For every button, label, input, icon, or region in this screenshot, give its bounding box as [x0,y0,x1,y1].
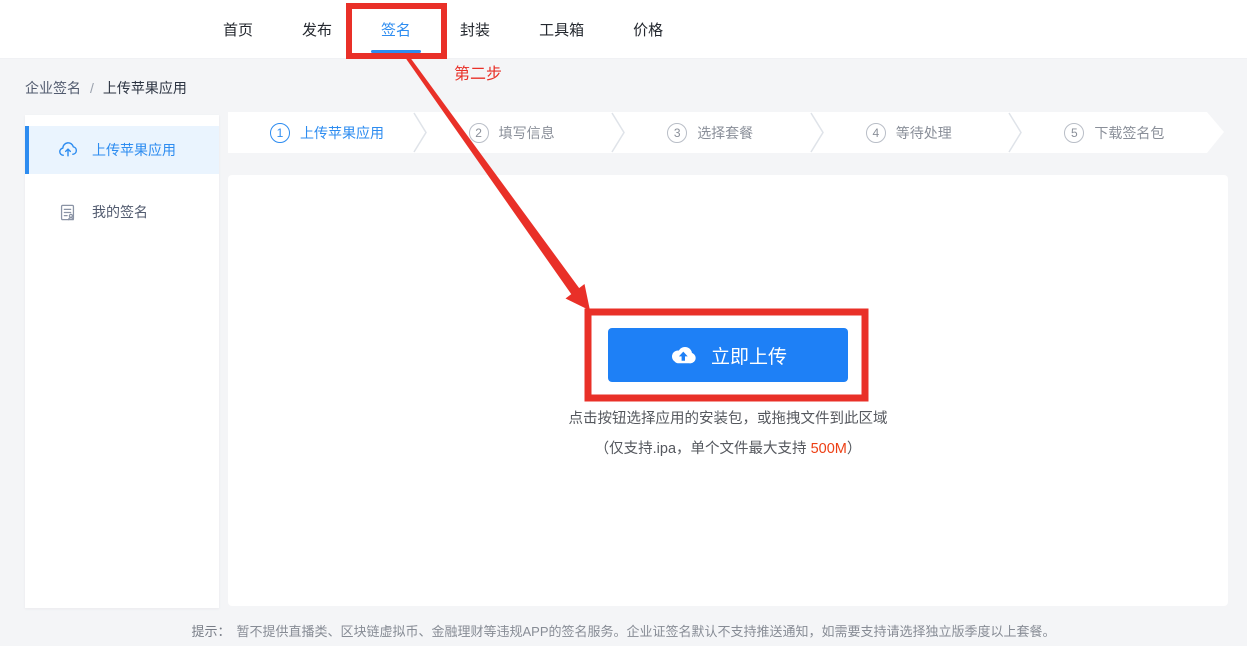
signature-file-icon [58,202,78,222]
tip-text: 暂不提供直播类、区块链虚拟币、金融理财等违规APP的签名服务。企业证签名默认不支… [236,624,1056,639]
upload-button-label: 立即上传 [710,346,787,368]
upload-now-button[interactable]: 立即上传 [608,328,848,382]
nav-item-package[interactable]: 封装 [460,19,490,40]
sidebar-item-label: 上传苹果应用 [92,142,176,158]
chevron-separator-icon [810,112,824,153]
nav-item-toolbox[interactable]: 工具箱 [539,19,584,40]
sidebar-item-label: 我的签名 [92,204,148,220]
tip-label: 提示： [191,624,231,639]
step-1-upload-app: 1 上传苹果应用 [228,112,413,153]
chevron-separator-icon [412,112,427,153]
step-3-choose-plan: 3 选择套餐 [625,112,810,153]
nav-item-home[interactable]: 首页 [223,19,253,40]
nav-item-publish[interactable]: 发布 [302,19,332,40]
breadcrumb-separator: / [90,80,94,96]
upload-dropzone[interactable]: 立即上传 点击按钮选择应用的安装包，或拖拽文件到此区域 （仅支持.ipa，单个文… [228,175,1228,606]
cloud-upload-icon [58,140,78,160]
top-header: 首页 发布 签名 封装 工具箱 价格 [0,0,1247,59]
hint-prefix: （仅支持.ipa，单个文件最大支持 [594,441,811,457]
cloud-upload-icon [669,345,697,365]
step-number-badge: 4 [865,122,886,143]
sidebar-item-my-signatures[interactable]: 我的签名 [25,188,219,236]
step-number-badge: 5 [1064,122,1085,143]
steps-bar-arrow-end [1207,112,1224,153]
upload-hint-line1: 点击按钮选择应用的安装包，或拖拽文件到此区域 [568,411,888,427]
step-4-wait-processing: 4 等待处理 [824,112,1009,153]
upload-hint-line2: （仅支持.ipa，单个文件最大支持 500M） [595,437,862,458]
step-label: 选择套餐 [697,124,754,141]
steps-bar: 1 上传苹果应用 2 填写信息 3 选择套餐 4 等待处理 5 下载签名包 [228,112,1207,153]
sidebar-item-upload-apple-app[interactable]: 上传苹果应用 [25,126,219,174]
step-label: 上传苹果应用 [300,124,384,141]
step-label: 填写信息 [498,124,555,141]
footer-tip: 提示： 暂不提供直播类、区块链虚拟币、金融理财等违规APP的签名服务。企业证签名默… [0,621,1247,640]
step-number-badge: 2 [468,122,489,143]
step-label: 等待处理 [895,124,952,141]
nav-item-sign[interactable]: 签名 [371,19,422,53]
breadcrumb-enterprise-sign[interactable]: 企业签名 [25,78,81,98]
step-5-download-package: 5 下载签名包 [1022,112,1207,153]
step-label: 下载签名包 [1094,124,1165,141]
step-2-fill-info: 2 填写信息 [427,112,612,153]
annotation-step-note: 第二步 [454,65,502,83]
size-limit-value: 500M [810,441,847,457]
chevron-separator-icon [1008,112,1023,153]
nav-item-pricing[interactable]: 价格 [633,19,663,40]
main-nav: 首页 发布 签名 封装 工具箱 价格 [223,0,663,59]
breadcrumb-current-page: 上传苹果应用 [102,80,187,96]
breadcrumb: 企业签名 / 上传苹果应用 [25,78,187,98]
hint-suffix: ） [846,441,862,457]
sidebar: 上传苹果应用 我的签名 [25,115,219,608]
chevron-separator-icon [611,112,626,153]
step-number-badge: 1 [270,122,290,143]
step-number-badge: 3 [667,122,688,143]
